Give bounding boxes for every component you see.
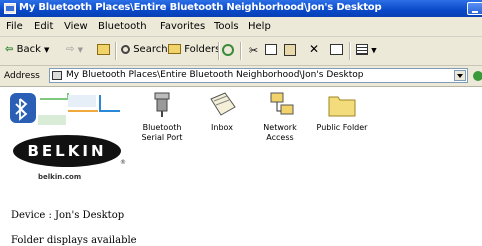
window-title: My Bluetooth Places\Entire Bluetooth Nei… [19, 2, 382, 13]
cut-button[interactable]: ✂ [249, 44, 258, 57]
address-dropdown-button[interactable] [454, 70, 466, 81]
menu-help[interactable]: Help [248, 21, 271, 32]
folders-label: Folders [184, 44, 221, 55]
folder-icon [325, 91, 359, 119]
back-label: Back [16, 44, 41, 55]
menu-view[interactable]: View [64, 21, 88, 32]
scissors-icon: ✂ [249, 44, 259, 57]
title-bar: My Bluetooth Places\Entire Bluetooth Nei… [0, 0, 482, 17]
menu-edit[interactable]: Edit [34, 21, 53, 32]
belkin-url: belkin.com [38, 173, 82, 181]
toolbar-separator [218, 42, 220, 60]
go-arrow-icon [473, 71, 482, 81]
device-info: Device : Jon's Desktop [11, 210, 125, 221]
address-label: Address [4, 71, 40, 81]
folder-info: Folder displays available [11, 235, 137, 246]
go-button[interactable] [472, 70, 482, 82]
belkin-logo: BELKIN ® belkin.com [8, 91, 126, 181]
properties-button[interactable] [330, 44, 343, 56]
search-label: Search [133, 44, 168, 55]
icon-label-line1: Public Folder [316, 123, 368, 132]
inbox-tray-icon [205, 91, 239, 119]
network-icon [263, 91, 297, 119]
chevron-down-icon: ▼ [77, 46, 83, 54]
views-icon [356, 44, 368, 55]
forward-arrow-icon: ⇨ [66, 44, 75, 55]
icon-label-line2: Access [266, 133, 294, 142]
bluetooth-logo-graphic [10, 93, 120, 125]
delete-button[interactable]: ✕ [309, 42, 319, 56]
address-value[interactable]: My Bluetooth Places\Entire Bluetooth Nei… [66, 70, 363, 80]
history-button[interactable] [222, 44, 234, 56]
up-folder-icon [97, 44, 110, 55]
toolbar-separator [240, 42, 242, 60]
copy-icon [265, 44, 277, 55]
menu-tools[interactable]: Tools [214, 21, 239, 32]
search-button[interactable]: Search [121, 44, 168, 55]
toolbar: ⇦ Back ▼ ⇨ ▼ Search Folders ✂ ✕ ▼ [0, 37, 482, 66]
serial-port-icon [145, 91, 179, 119]
chevron-down-icon: ▼ [371, 46, 377, 55]
copy-button[interactable] [265, 44, 277, 56]
properties-icon [330, 44, 343, 55]
registered-mark: ® [120, 159, 126, 166]
toolbar-separator [115, 42, 117, 60]
folders-icon [168, 44, 181, 54]
window-icon [4, 3, 16, 14]
address-bar: Address My Bluetooth Places\Entire Bluet… [0, 66, 482, 87]
computer-icon [52, 71, 62, 80]
forward-button[interactable]: ⇨ ▼ [66, 44, 83, 55]
back-button[interactable]: ⇦ Back ▼ [5, 44, 49, 55]
menu-bluetooth[interactable]: Bluetooth [98, 21, 147, 32]
minimize-button[interactable] [467, 2, 482, 15]
address-field[interactable]: My Bluetooth Places\Entire Bluetooth Nei… [49, 68, 468, 83]
up-folder-button[interactable] [97, 44, 110, 56]
menu-file[interactable]: File [6, 21, 23, 32]
content-pane: BELKIN ® belkin.com Bluetooth Serial Por… [0, 87, 482, 246]
icon-label-line1: Network [263, 123, 297, 132]
network-access-icon[interactable]: Network Access [245, 91, 315, 143]
belkin-wordmark: BELKIN [13, 135, 121, 167]
delete-x-icon: ✕ [309, 42, 320, 56]
folders-button[interactable]: Folders [168, 44, 220, 55]
paste-icon [284, 44, 296, 56]
public-folder-icon[interactable]: Public Folder [307, 91, 377, 133]
back-arrow-icon: ⇦ [5, 44, 14, 55]
toolbar-separator [349, 42, 351, 60]
menu-favorites[interactable]: Favorites [160, 21, 205, 32]
paste-button[interactable] [284, 44, 296, 56]
history-icon [222, 44, 234, 56]
menu-bar: File Edit View Bluetooth Favorites Tools… [0, 17, 482, 37]
icon-label-line2: Serial Port [141, 133, 183, 142]
search-icon [121, 44, 130, 54]
chevron-down-icon: ▼ [44, 46, 50, 54]
views-button[interactable]: ▼ [356, 44, 377, 56]
